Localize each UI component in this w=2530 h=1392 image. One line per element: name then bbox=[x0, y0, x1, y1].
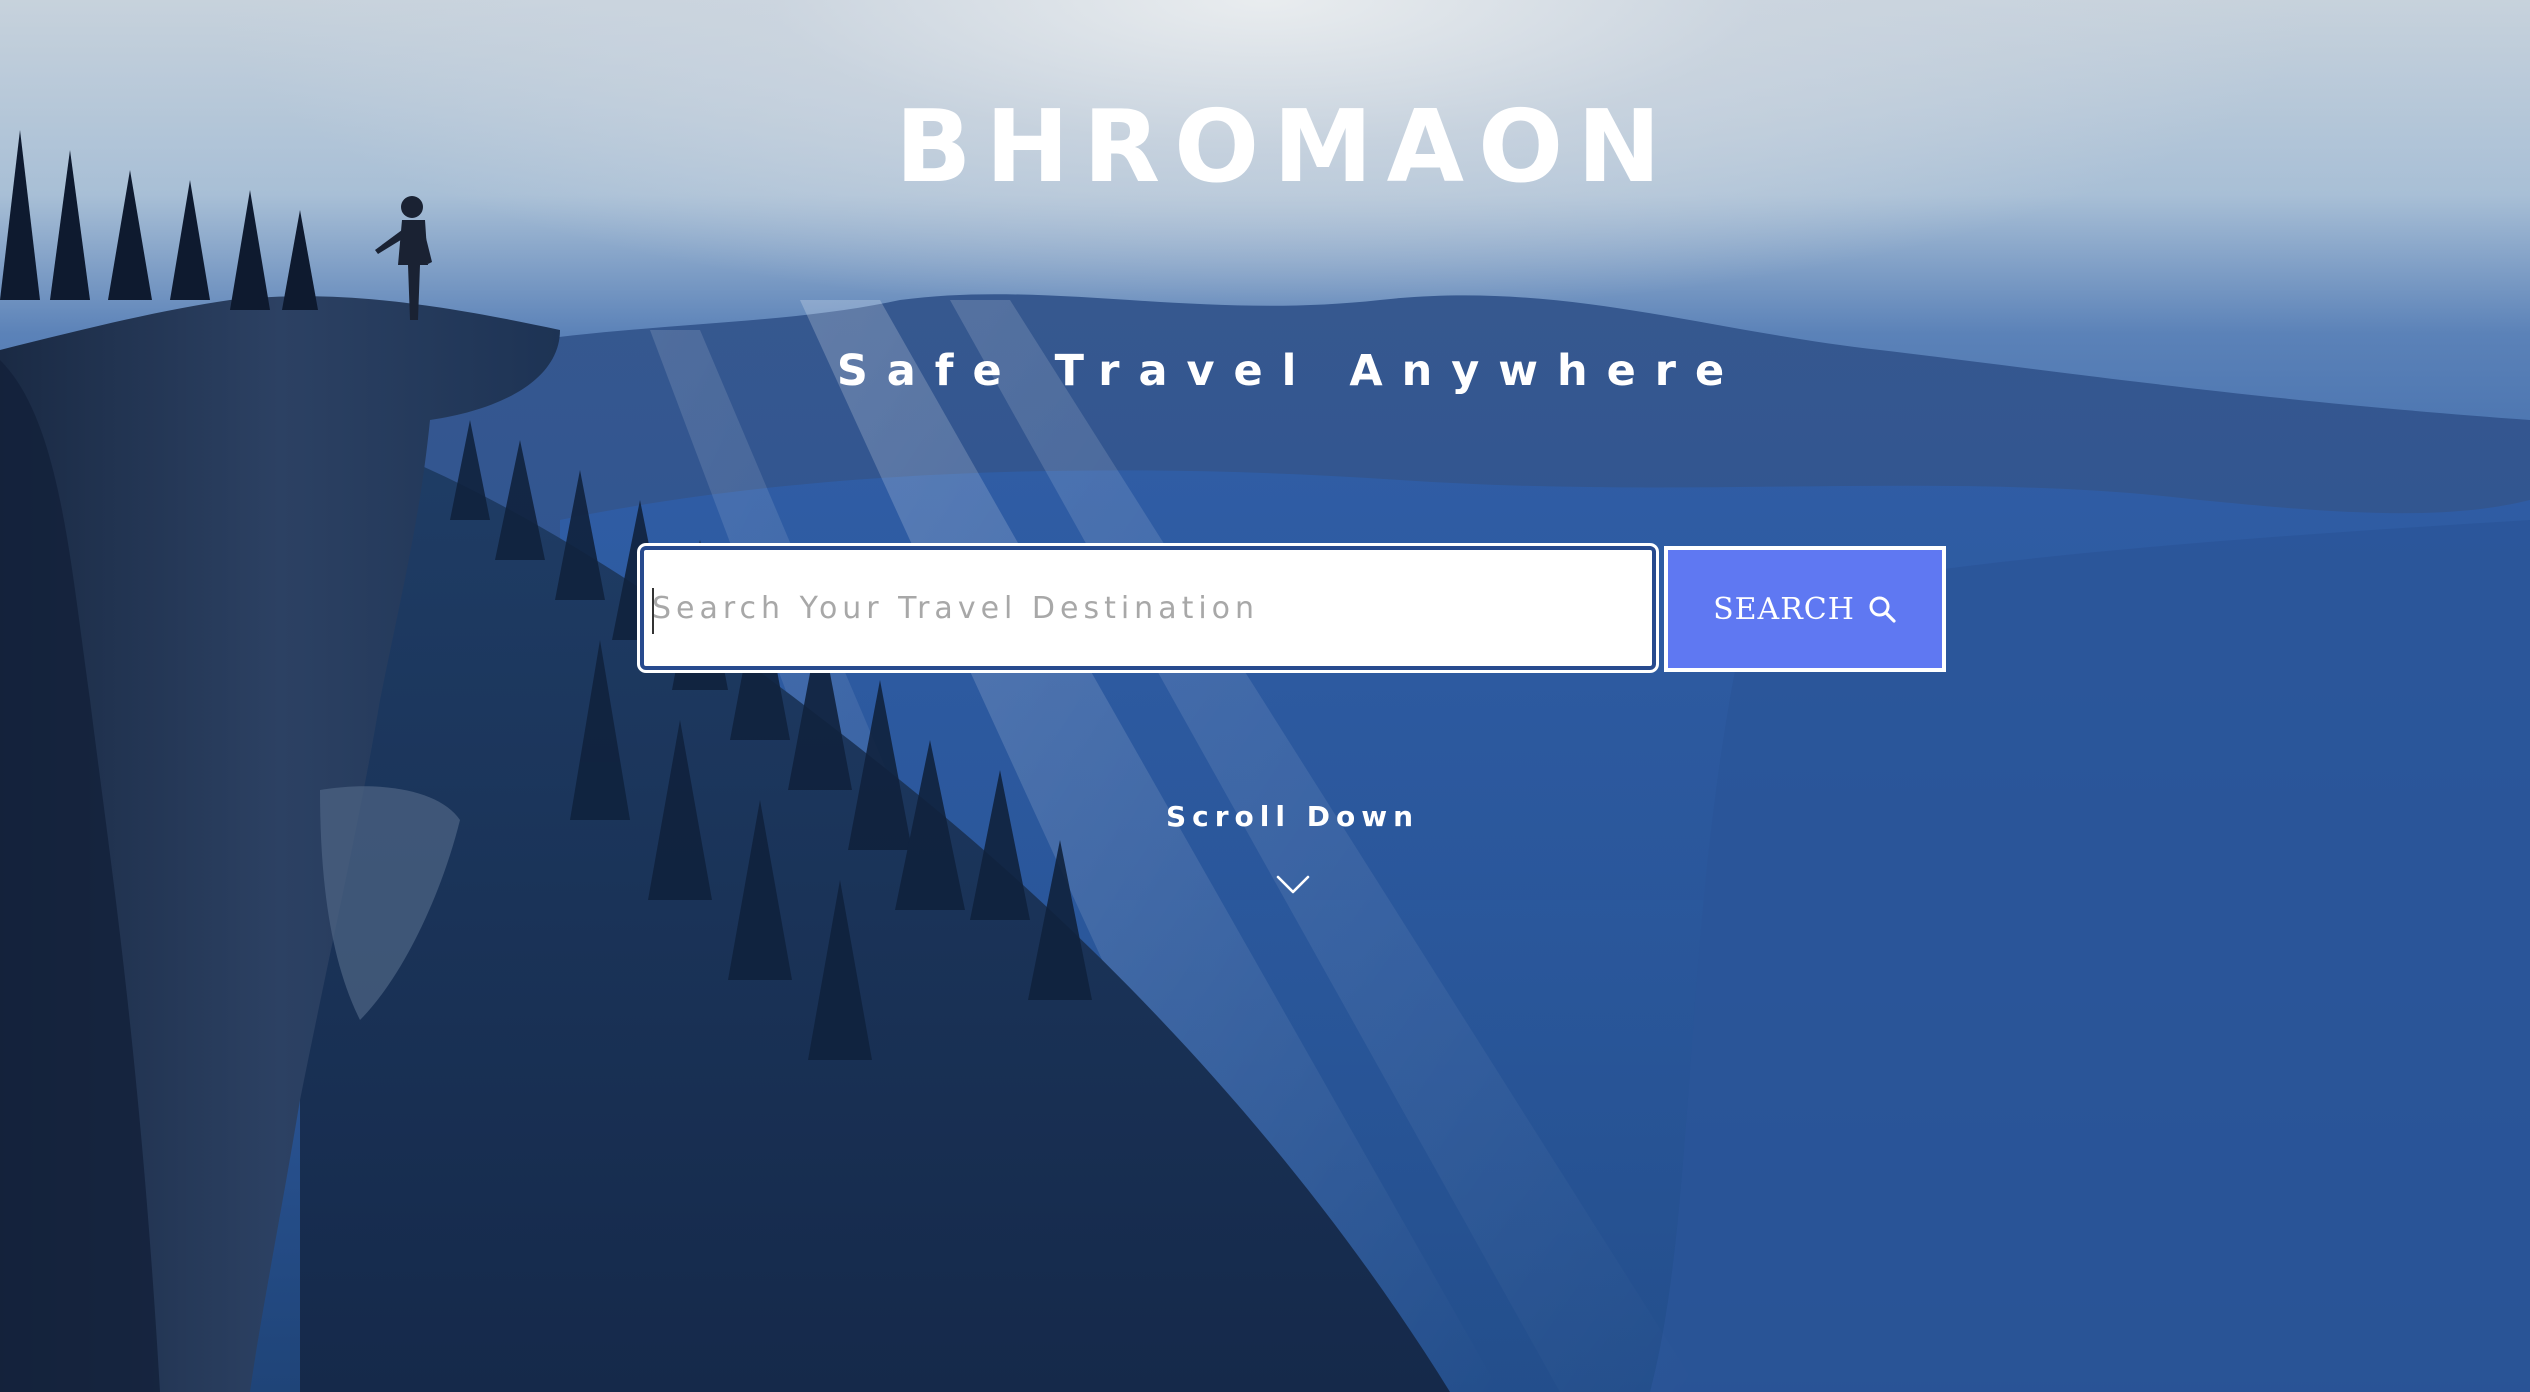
search-button[interactable]: SEARCH bbox=[1664, 546, 1946, 672]
chevron-down-icon[interactable] bbox=[1276, 874, 1310, 896]
search-icon bbox=[1867, 594, 1897, 624]
search-input[interactable] bbox=[644, 550, 1652, 666]
hero-section: BHROMAON Safe Travel Anywhere SEARCH Scr… bbox=[0, 0, 2530, 1392]
search-button-label: SEARCH bbox=[1713, 591, 1855, 627]
site-brand-title: BHROMAON bbox=[895, 88, 1675, 205]
scroll-down-link[interactable]: Scroll Down bbox=[0, 800, 2530, 833]
hero-tagline: Safe Travel Anywhere bbox=[836, 346, 1744, 396]
search-field-container bbox=[640, 546, 1656, 670]
hero-background-image bbox=[0, 130, 2530, 1392]
text-caret bbox=[652, 588, 654, 634]
